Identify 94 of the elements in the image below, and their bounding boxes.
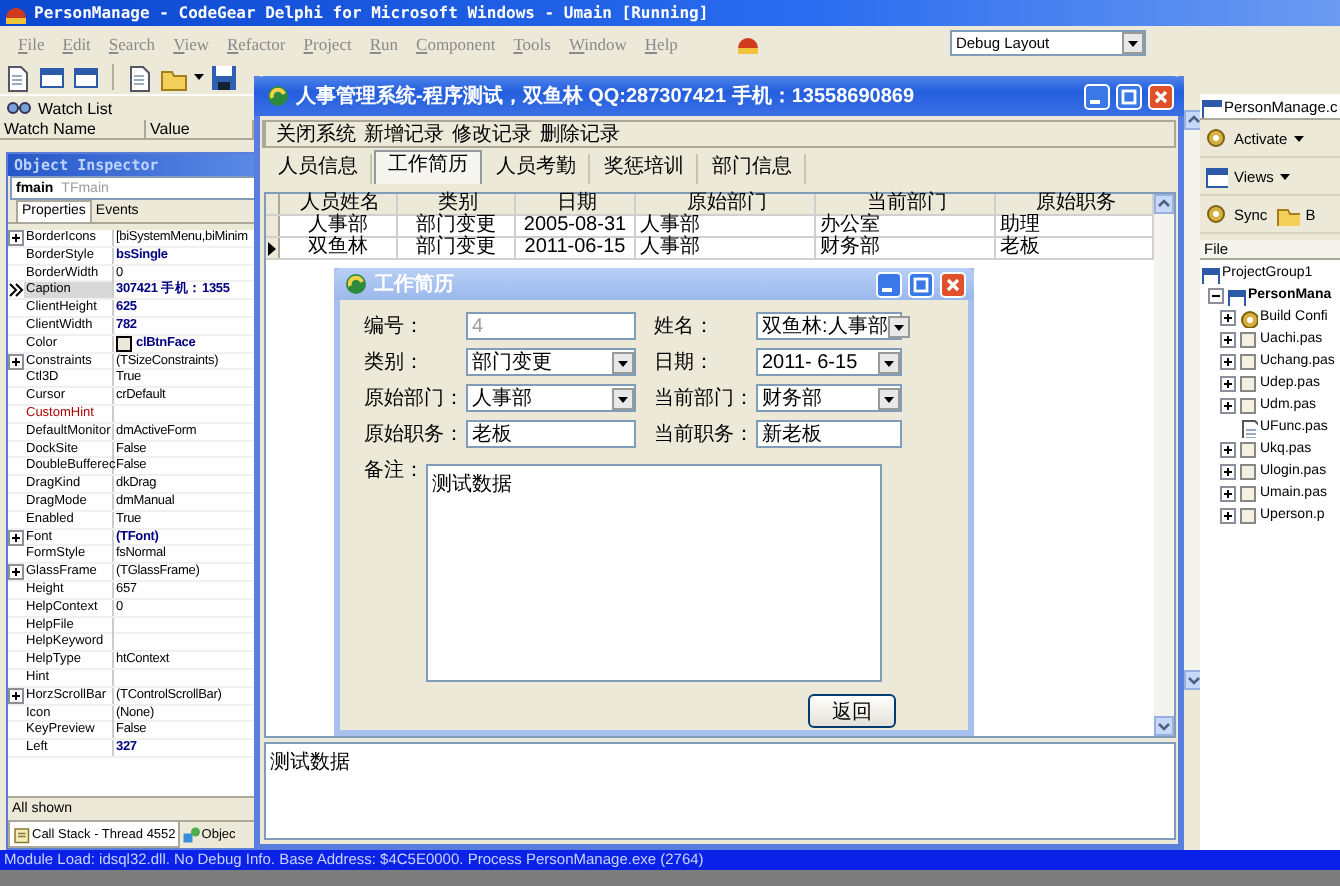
dropdown[interactable]: 2011- 6-15 (756, 348, 902, 376)
project-icon (1226, 285, 1246, 305)
menu-item[interactable]: 新增记录 (364, 120, 444, 148)
text-field[interactable]: 新老板 (756, 420, 902, 448)
field-label: 原始部门： (364, 385, 464, 412)
row-indicator-icon (8, 282, 24, 299)
menu-item[interactable]: 删除记录 (540, 120, 620, 148)
memo-field[interactable]: 测试数据 (264, 742, 1176, 840)
expand-icon[interactable] (1220, 309, 1236, 325)
table-cell: 部门变更 (398, 238, 516, 258)
window-title: 人事管理系统-程序测试，双鱼林 QQ:287307421 手机：13558690869 (296, 82, 915, 110)
scroll-down-button[interactable] (1184, 670, 1204, 690)
table-cell: 2011-06-15 (516, 238, 636, 258)
expand-icon[interactable] (1220, 463, 1236, 479)
scroll-up-button[interactable] (1154, 194, 1174, 214)
caret-icon[interactable] (194, 74, 204, 80)
document-icon[interactable] (126, 63, 154, 91)
close-button[interactable] (940, 271, 966, 297)
color-swatch (116, 335, 132, 352)
table-cell: 人事部 (636, 238, 816, 258)
field-label: 日期： (654, 349, 716, 376)
shapes-icon (181, 826, 200, 844)
table-cell: 人事部 (636, 216, 816, 236)
expand-icon[interactable] (8, 230, 24, 246)
field-label: 原始职务： (364, 422, 464, 448)
scrollbar[interactable] (1154, 194, 1174, 736)
app-icon (344, 272, 368, 296)
text-field[interactable]: 老板 (466, 420, 636, 448)
table-cell: 2005-08-31 (516, 216, 636, 236)
expand-icon[interactable] (1220, 507, 1236, 523)
expand-icon[interactable] (8, 529, 24, 546)
expand-icon[interactable] (1220, 375, 1236, 391)
back-button[interactable]: 返回 (808, 694, 896, 728)
window-title: PersonManage - CodeGear Delphi for Microsoft Windows - Umain [Running] (34, 4, 709, 22)
expand-icon[interactable] (8, 564, 24, 581)
gear-icon (1204, 202, 1228, 226)
gear-icon (1238, 307, 1258, 327)
app-icon (266, 84, 290, 108)
scroll-down-button[interactable] (1154, 716, 1174, 736)
close-button[interactable] (1148, 83, 1174, 109)
tab[interactable]: 部门信息 (700, 154, 806, 184)
scrollbar[interactable] (1184, 110, 1200, 690)
glasses-icon (6, 96, 32, 120)
expand-icon[interactable] (1220, 353, 1236, 369)
tab[interactable]: 人员考勤 (484, 154, 590, 184)
window-icon[interactable] (72, 63, 100, 91)
project-icon (1200, 95, 1222, 117)
column-header[interactable]: 日期 (516, 194, 636, 214)
column-header[interactable]: Watch Name (0, 120, 146, 140)
scroll-icon (12, 825, 30, 843)
menu-item[interactable]: 关闭系统 (276, 120, 356, 148)
table-cell: 办公室 (816, 216, 996, 236)
expand-icon[interactable] (1220, 485, 1236, 501)
scroll-up-button[interactable] (1184, 110, 1204, 130)
expand-icon[interactable] (1220, 397, 1236, 413)
dropdown[interactable]: 部门变更 (466, 348, 636, 376)
table-cell: 人事部 (280, 216, 398, 236)
maximize-button[interactable] (1116, 83, 1142, 109)
column-header[interactable]: 人员姓名 (280, 194, 398, 214)
expand-icon[interactable] (8, 353, 24, 370)
table-cell: 双鱼林 (280, 238, 398, 258)
column-header[interactable]: 原始职务 (996, 194, 1154, 214)
code-file-icon (1238, 417, 1258, 437)
window-title: 工作简历 (374, 271, 454, 298)
column-header[interactable]: 原始部门 (636, 194, 816, 214)
row-indicator-icon (266, 239, 278, 257)
panel-title: Watch List (38, 99, 113, 117)
table-cell: 财务部 (816, 238, 996, 258)
field-label: 备注： (364, 457, 424, 486)
maximize-button[interactable] (908, 271, 934, 297)
document-icon[interactable] (4, 63, 32, 91)
expand-icon[interactable] (1208, 287, 1224, 303)
field-label: 姓名： (654, 314, 716, 340)
window-icon (1204, 164, 1228, 188)
menu-item[interactable]: 修改记录 (452, 120, 532, 148)
dropdown[interactable]: 财务部 (756, 384, 902, 412)
tab[interactable]: 奖惩培训 (592, 154, 698, 184)
row-header[interactable] (266, 238, 280, 258)
field-label: 编号： (364, 313, 426, 340)
expand-icon[interactable] (1220, 441, 1236, 457)
gear-icon (1204, 126, 1228, 150)
expand-icon[interactable] (1220, 331, 1236, 347)
tab[interactable]: 工作简历 (374, 150, 482, 184)
memo-field[interactable]: 测试数据 (426, 464, 882, 682)
minimize-button[interactable] (1084, 83, 1110, 109)
tab[interactable]: 人员信息 (266, 154, 372, 184)
column-header[interactable]: 类别 (398, 194, 516, 214)
window-icon[interactable] (38, 63, 66, 91)
dropdown[interactable]: 人事部 (466, 384, 636, 412)
expand-icon[interactable] (8, 687, 24, 704)
column-header[interactable]: 当前部门 (816, 194, 996, 214)
table-cell: 部门变更 (398, 216, 516, 236)
minimize-button[interactable] (876, 271, 902, 297)
field-label: 类别： (364, 349, 426, 376)
